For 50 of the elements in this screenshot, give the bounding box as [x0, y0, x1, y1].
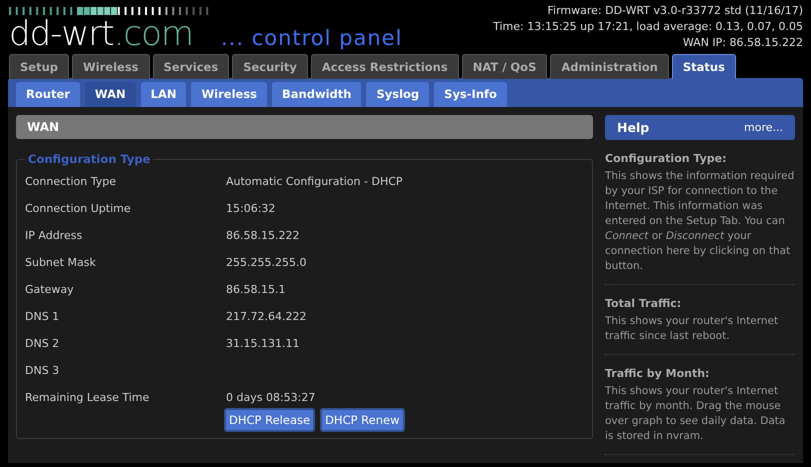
field-label: Gateway: [25, 283, 75, 296]
field-value: 86.58.15.1: [226, 283, 286, 296]
field-label: Connection Uptime: [25, 202, 132, 215]
nav-tab[interactable]: Status: [672, 54, 736, 79]
field-value: 217.72.64.222: [226, 310, 306, 323]
sub-tab[interactable]: Wireless: [191, 82, 268, 107]
sub-tab[interactable]: Router: [16, 82, 80, 107]
sub-tab[interactable]: LAN: [140, 82, 186, 107]
logo-bars-icon: [9, 7, 209, 15]
field-value: 255.255.255.0: [226, 256, 306, 269]
sub-tab[interactable]: Bandwidth: [272, 82, 362, 107]
field-label: Remaining Lease Time: [25, 391, 150, 404]
help-title: Help: [617, 120, 650, 135]
sub-tab[interactable]: Syslog: [366, 82, 430, 107]
field-label: Subnet Mask: [25, 256, 97, 269]
action-button[interactable]: DHCP Renew: [320, 408, 405, 432]
group-title: Configuration Type: [27, 152, 152, 166]
field-value: Automatic Configuration - DHCP: [226, 175, 403, 188]
header-info: Time: 13:15:25 up 17:21, load average: 0.13, 0.07, 0.05: [493, 19, 803, 35]
nav-tab[interactable]: Setup: [9, 54, 69, 79]
nav-tab[interactable]: Security: [232, 54, 308, 79]
nav-tab[interactable]: Services: [152, 54, 230, 79]
field-label: DNS 3: [25, 364, 60, 377]
field-value: 15:06:32: [226, 202, 276, 215]
section-title: WAN: [16, 115, 593, 139]
help-heading: Configuration Type:: [605, 152, 728, 165]
nav-tab[interactable]: Access Restrictions: [310, 54, 459, 79]
help-heading: Traffic by Month:: [605, 367, 710, 380]
field-value: 0 days 08:53:27: [226, 391, 316, 404]
sub-tab[interactable]: WAN: [84, 82, 136, 107]
more-link[interactable]: more...: [744, 121, 783, 134]
field-value: 86.58.15.222: [226, 229, 300, 242]
header-info: WAN IP: 86.58.15.222: [682, 35, 803, 51]
help-heading: Total Traffic:: [605, 297, 682, 310]
field-label: IP Address: [25, 229, 84, 242]
field-label: DNS 2: [25, 337, 60, 350]
header-info: Firmware: DD-WRT v3.0-r33772 std (11/16/17): [546, 3, 803, 19]
help-text: This shows the information required by your ISP for connection to the Internet. This information was entered on the Setup Tab. You can Connect or Disconnect your connection here by clicking on that button.: [605, 169, 795, 274]
field-label: DNS 1: [25, 310, 60, 323]
help-text: This shows your router's Internet traffic since last reboot.: [605, 314, 780, 344]
logo: dd-wrt.com: [9, 16, 193, 52]
nav-tab[interactable]: Administration: [550, 54, 669, 79]
field-value: 31.15.131.11: [226, 337, 300, 350]
field-label: Connection Type: [25, 175, 118, 188]
tagline: ... control panel: [221, 26, 402, 50]
nav-tab[interactable]: Wireless: [72, 54, 150, 79]
action-button[interactable]: DHCP Release: [224, 408, 316, 432]
nav-tab[interactable]: NAT / QoS: [462, 54, 548, 79]
sub-tab[interactable]: Sys-Info: [434, 82, 507, 107]
help-text: This shows your router's Internet traffic by month. Drag the mouse over graph to see daily data. Data is stored in nvram.: [605, 384, 786, 444]
